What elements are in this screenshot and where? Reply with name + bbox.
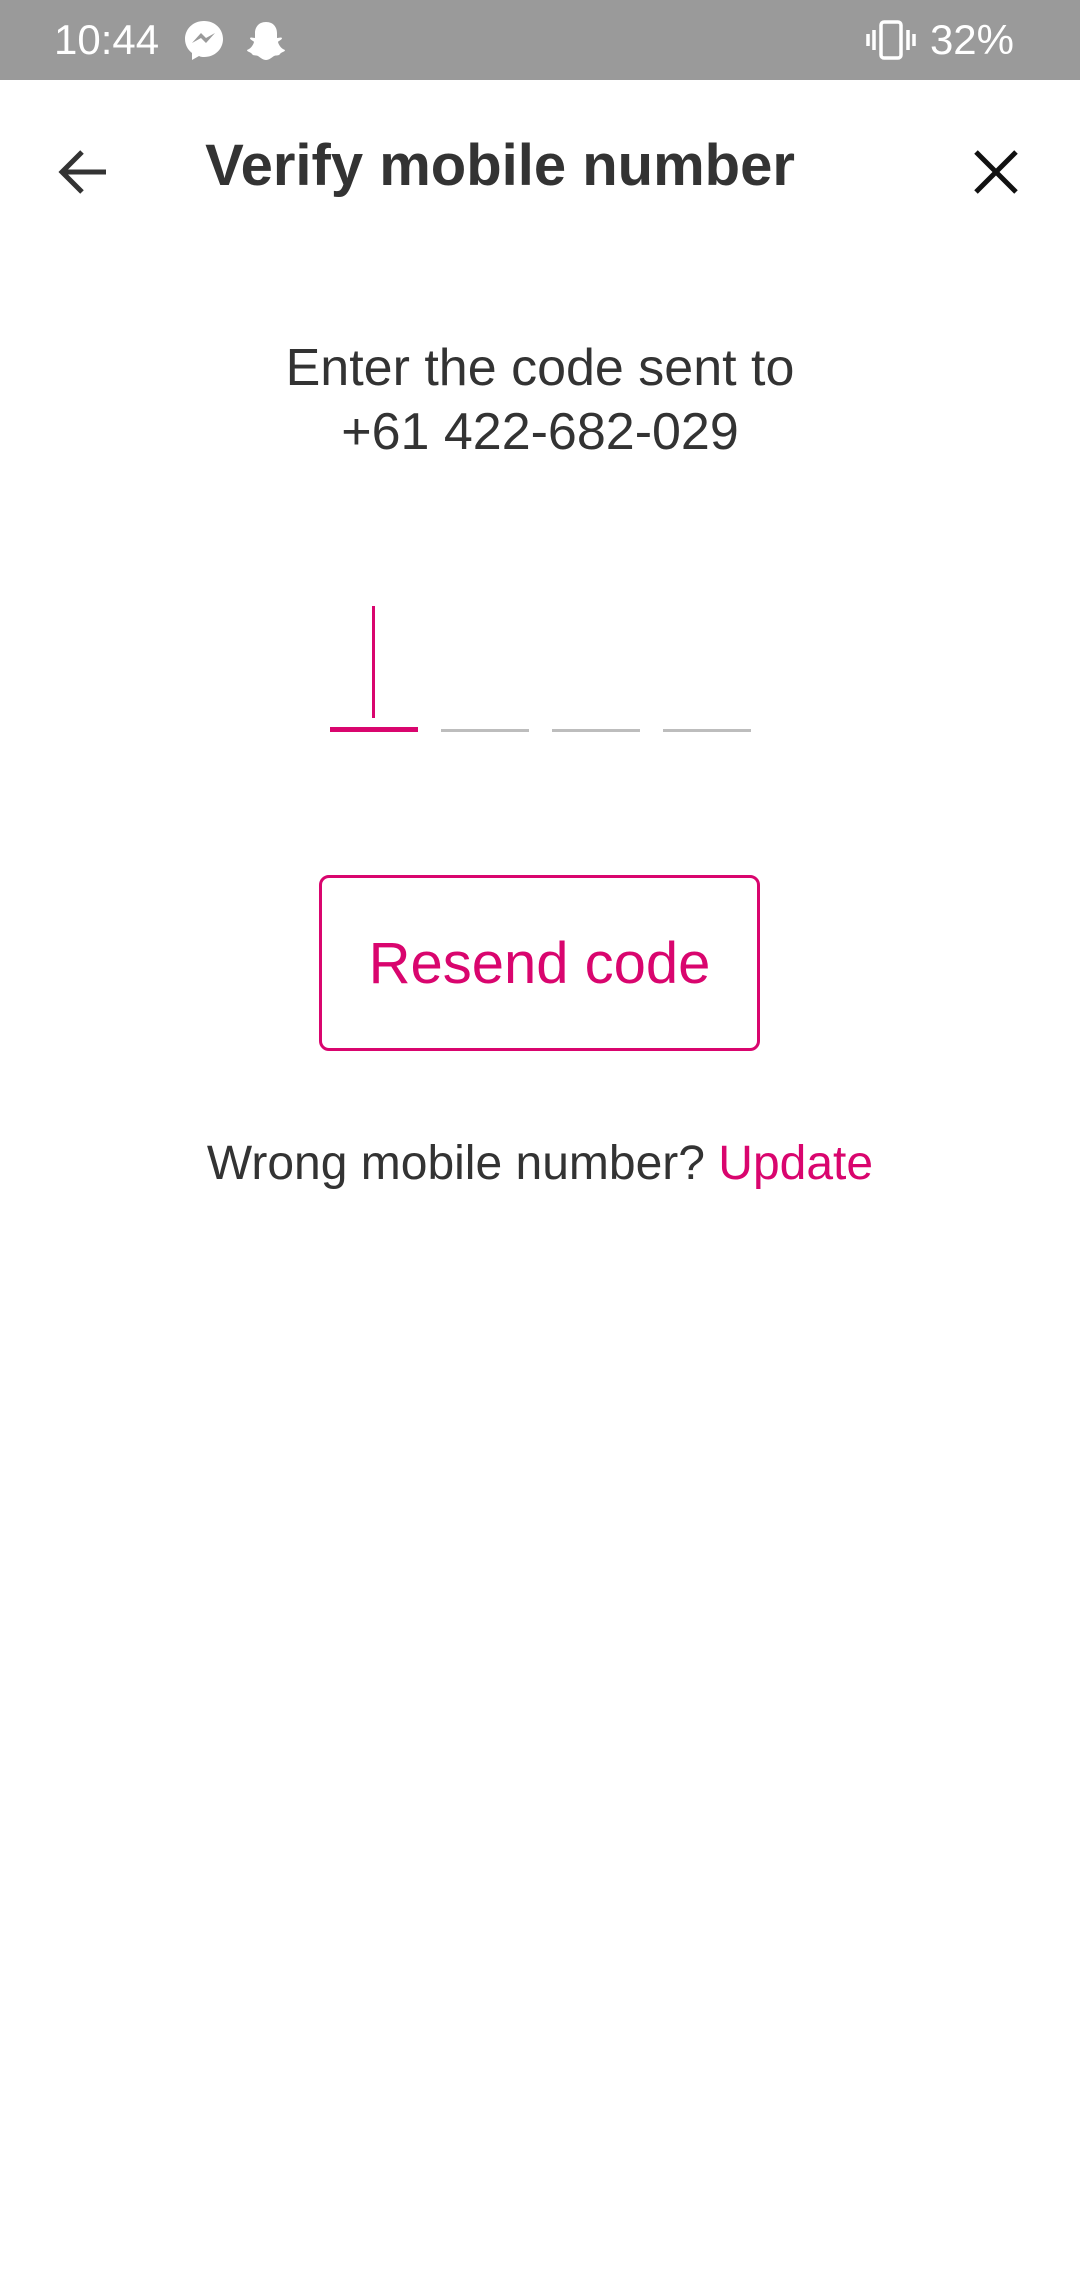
- snapchat-icon: [244, 18, 288, 62]
- code-digit-underline: [663, 729, 751, 732]
- code-digit-3[interactable]: [552, 600, 640, 732]
- phone-number: +61 422-682-029: [341, 403, 739, 461]
- resend-code-button[interactable]: Resend code: [319, 875, 760, 1051]
- wrong-number-prompt: Wrong mobile number? Update: [0, 1132, 1080, 1196]
- code-digit-4[interactable]: [663, 600, 751, 732]
- instruction-text: Enter the code sent to +61 422-682-029: [0, 336, 1080, 464]
- code-digit-1[interactable]: [330, 600, 418, 732]
- update-number-link[interactable]: Update: [718, 1137, 873, 1190]
- verification-code-input[interactable]: [0, 600, 1080, 740]
- battery-level: 32%: [929, 16, 1014, 63]
- text-cursor: [372, 606, 375, 718]
- close-button[interactable]: [956, 132, 1036, 212]
- messenger-icon: [182, 18, 226, 62]
- page-title: Verify mobile number: [205, 133, 795, 198]
- code-digit-2[interactable]: [441, 600, 529, 732]
- close-icon: [974, 150, 1018, 194]
- code-digit-underline: [330, 727, 418, 732]
- vibrate-icon: [866, 18, 916, 62]
- status-time: 10:44: [54, 16, 160, 63]
- wrong-number-text: Wrong mobile number?: [206, 1137, 705, 1190]
- instruction-line: Enter the code sent to: [285, 339, 795, 397]
- code-digit-underline: [552, 729, 640, 732]
- code-digit-underline: [441, 729, 529, 732]
- status-bar: 10:44 32%: [0, 0, 1080, 80]
- verify-mobile-screen: 10:44 32% Verify mobile number Enter the…: [0, 0, 1080, 2280]
- app-bar: Verify mobile number: [0, 80, 1080, 250]
